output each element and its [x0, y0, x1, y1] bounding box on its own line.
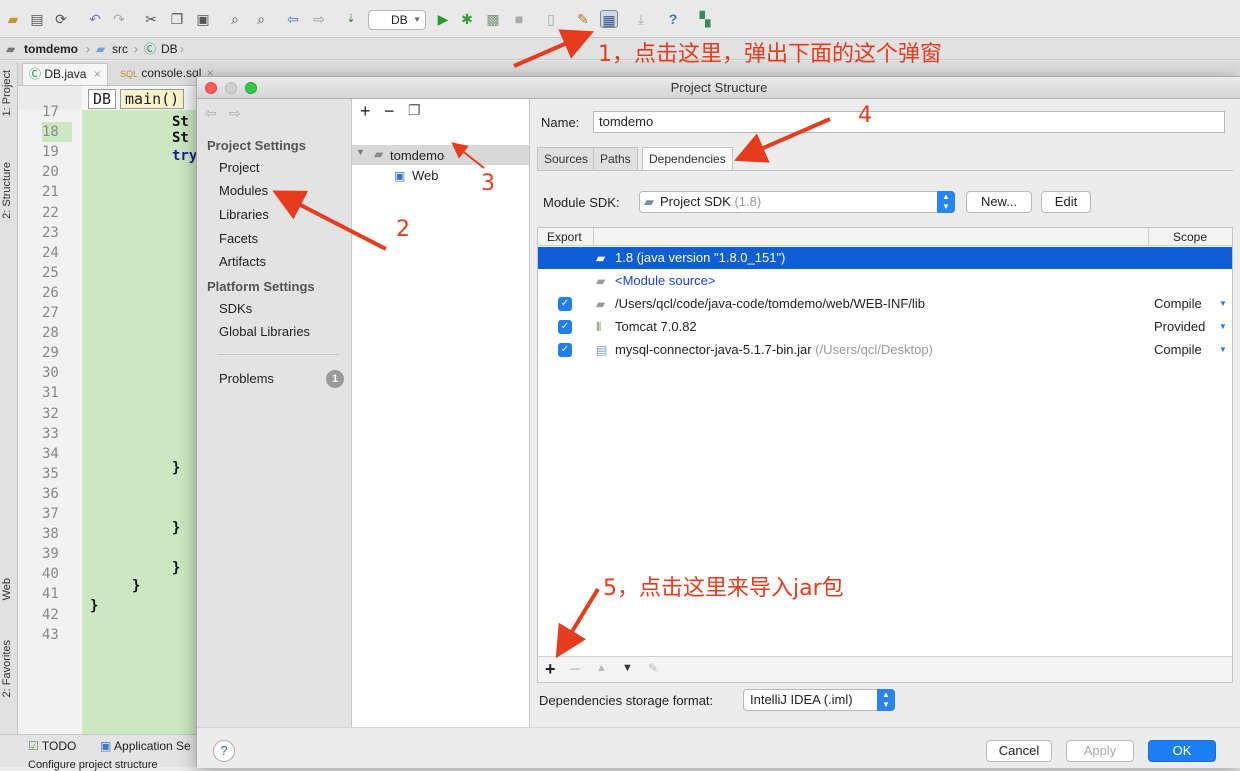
annotation-arrow-2 — [272, 190, 387, 251]
annotation-arrow-5 — [555, 587, 600, 659]
annotation-note-1: 1，点击这里，弹出下面的这个弹窗 — [598, 42, 942, 67]
annotation-arrow-3 — [451, 142, 485, 169]
annotation-arrows — [272, 29, 831, 659]
annotation-note-3: 3 — [481, 171, 495, 196]
annotation-arrow-4 — [733, 117, 831, 163]
annotation-note-2: 2 — [396, 217, 410, 242]
annotation-note-5: 5，点击这里来导入jar包 — [603, 576, 844, 601]
annotation-note-4: 4 — [858, 103, 872, 128]
annotation-arrow-1 — [513, 29, 595, 68]
